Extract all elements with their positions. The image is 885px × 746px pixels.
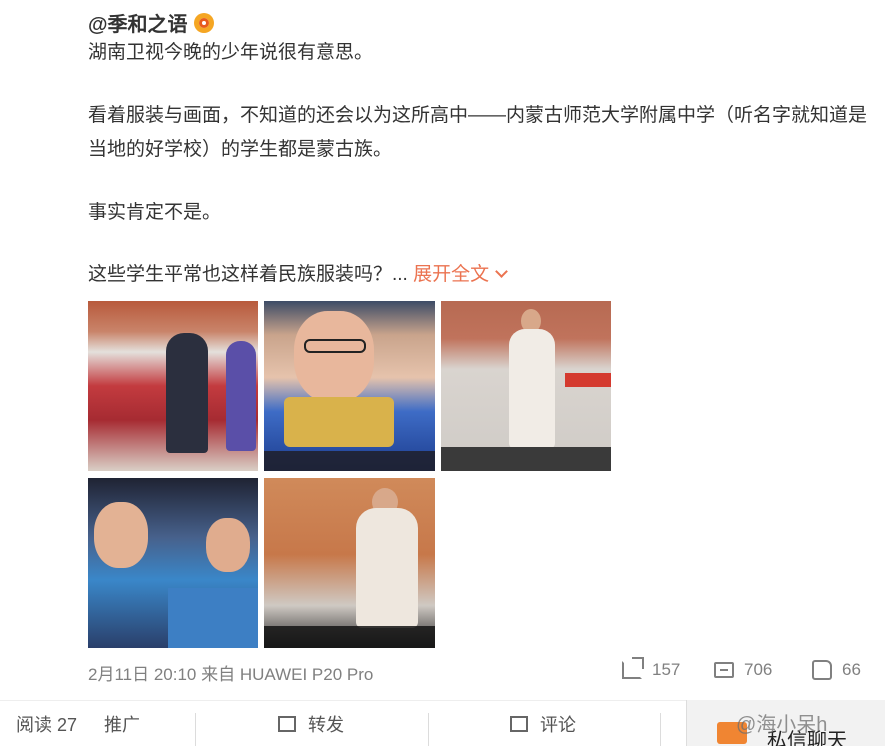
post-text-line-1: 湖南卫视今晚的少年说很有意思。	[88, 42, 374, 63]
photo-figure	[166, 333, 208, 453]
photo-collar	[284, 397, 394, 447]
photo-caption-strip	[264, 626, 435, 648]
photo-face	[294, 311, 374, 403]
post-text-line-5: 这些学生平常也这样着民族服装吗？... 展开全文	[88, 258, 509, 292]
comment-count: 706	[744, 660, 773, 679]
photo-boy-glasses[interactable]	[264, 301, 435, 471]
watermark: @海小呆h	[736, 714, 828, 736]
repost-icon	[622, 657, 644, 679]
post-text-truncated: 这些学生平常也这样着民族服装吗？...	[88, 264, 408, 285]
comment-icon	[714, 662, 734, 678]
expand-full-text-link[interactable]: 展开全文	[413, 264, 509, 285]
photo-student-robe[interactable]	[264, 478, 435, 648]
comment-icon	[510, 716, 528, 732]
expand-label: 展开全文	[413, 264, 490, 285]
like-count: 66	[842, 660, 861, 679]
repost-button[interactable]: 转发	[278, 701, 344, 746]
thumbs-up-icon	[812, 660, 832, 680]
photo-caption-strip	[264, 451, 435, 471]
photo-students-group[interactable]	[88, 301, 258, 471]
post-text-line-2: 看着服装与画面，不知道的还会以为这所高中——内蒙古师范大学附属中学（听名字就知道…	[88, 105, 868, 126]
comment-button[interactable]: 评论	[510, 701, 576, 746]
repost-icon	[278, 716, 296, 732]
post-text-line-4: 事实肯定不是。	[88, 202, 222, 223]
verified-badge-icon	[193, 12, 214, 33]
photo-robe	[509, 329, 555, 449]
chevron-down-icon	[495, 265, 509, 278]
post-text-line-3: 当地的好学校）的学生都是蒙古族。	[88, 139, 393, 160]
photo-coat	[168, 588, 258, 648]
photo-tv-tag	[565, 373, 611, 387]
author-name[interactable]: @季和之语	[88, 8, 188, 37]
like-count-button[interactable]: 66	[812, 660, 861, 680]
photo-girls-clapping[interactable]	[88, 478, 258, 648]
comment-label: 评论	[540, 715, 576, 735]
divider	[195, 713, 196, 746]
repost-count-button[interactable]: 157	[622, 657, 681, 680]
photo-face	[206, 518, 250, 572]
comment-count-button[interactable]: 706	[714, 660, 772, 680]
author-row: @季和之语	[88, 8, 214, 37]
divider	[428, 713, 429, 746]
post-time-source: 2月11日 20:10 来自 HUAWEI P20 Pro	[88, 665, 374, 684]
photo-figure	[226, 341, 256, 451]
photo-floor	[441, 447, 611, 471]
repost-label: 转发	[308, 715, 344, 735]
read-count: 阅读 27	[16, 715, 78, 735]
photo-student-standing[interactable]	[441, 301, 611, 471]
photo-glasses	[304, 339, 366, 353]
photo-face	[94, 502, 148, 568]
photo-robe	[356, 508, 418, 628]
promote-button[interactable]: 推广	[104, 701, 140, 746]
repost-count: 157	[652, 660, 681, 679]
divider	[660, 713, 661, 746]
